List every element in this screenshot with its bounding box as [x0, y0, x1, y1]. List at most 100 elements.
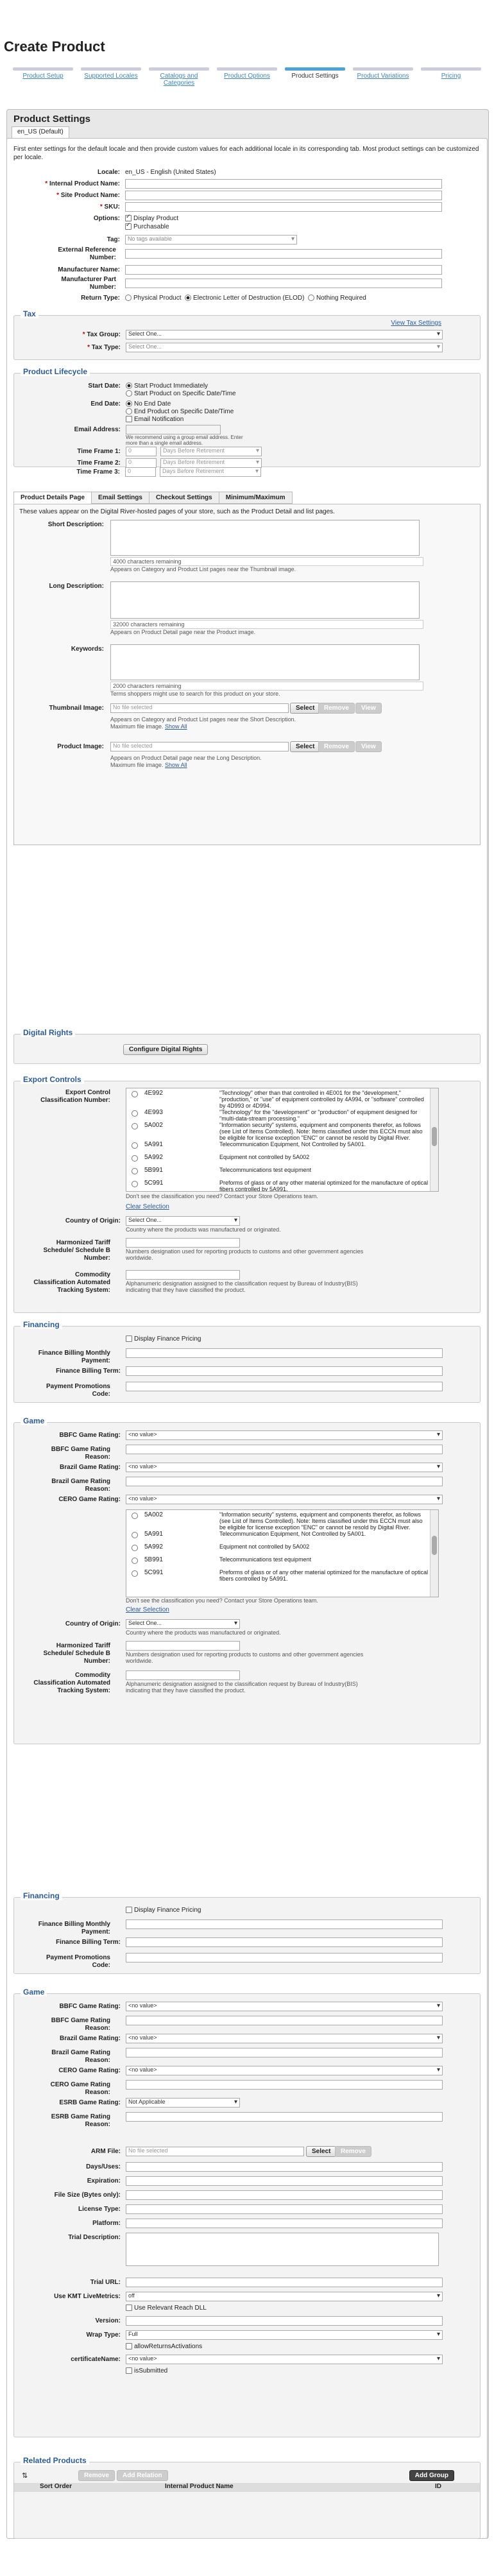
classification-list-2[interactable]: 5A002 "Information security" systems, equ… — [126, 1509, 439, 1597]
row-radio[interactable] — [132, 1155, 138, 1162]
email-notification-check[interactable]: Email Notification — [126, 416, 183, 423]
expiration-input[interactable] — [126, 2176, 443, 2186]
prodimg-remove-button[interactable]: Remove — [318, 741, 355, 752]
row-radio[interactable] — [132, 1532, 138, 1538]
sort-icon[interactable]: ⇅ — [22, 2471, 28, 2480]
cero-select-2[interactable]: <no value> — [126, 2066, 443, 2075]
bbfc-select[interactable]: <no value> — [126, 1430, 443, 1440]
tax-group-select[interactable]: Select One... — [126, 330, 443, 339]
tab-product-details[interactable]: Product Details Page — [13, 492, 92, 504]
opt-display[interactable]: Display Product — [125, 213, 178, 222]
tag-select[interactable]: No tags available — [125, 235, 297, 245]
row-radio[interactable] — [132, 1181, 138, 1187]
col-id[interactable]: ID — [435, 2483, 441, 2490]
term-input[interactable] — [126, 1366, 443, 1376]
country-select-2[interactable]: Select One... — [126, 1619, 240, 1629]
thumb-select-button[interactable]: Select — [290, 703, 321, 714]
tf3-when[interactable]: Days Before Retirement — [160, 467, 261, 477]
bbfc-select-2[interactable]: <no value> — [126, 2002, 443, 2011]
prodimg-select-button[interactable]: Select — [290, 741, 321, 752]
tax-type-select[interactable]: Select One... — [126, 343, 443, 352]
bbfc-reason-input[interactable] — [126, 1445, 443, 1454]
long-desc-textarea[interactable] — [110, 581, 420, 619]
version-input[interactable] — [126, 2316, 443, 2326]
classification-list[interactable]: 4E992 "Technology" other than that contro… — [126, 1088, 439, 1192]
list-scrollbar[interactable] — [430, 1088, 438, 1191]
relevant-reach-check[interactable]: Use Relevant Reach DLL — [126, 2305, 207, 2312]
col-internal-name[interactable]: Internal Product Name — [165, 2483, 234, 2490]
display-finance-check[interactable]: Display Finance Pricing — [126, 1335, 201, 1343]
add-relation-button[interactable]: Add Relation — [117, 2470, 168, 2481]
thumb-view-button[interactable]: View — [355, 703, 382, 714]
list-scrollbar-2[interactable] — [430, 1510, 438, 1597]
tf2-number[interactable]: 0 — [126, 458, 157, 468]
configure-digital-rights-button[interactable]: Configure Digital Rights — [123, 1044, 209, 1055]
is-submitted-check[interactable]: isSubmitted — [126, 2367, 167, 2374]
display-finance-check-2[interactable]: Display Finance Pricing — [126, 1907, 201, 1914]
platform-input[interactable] — [126, 2219, 443, 2228]
start-specific-radio[interactable]: Start Product on Specific Date/Time — [126, 390, 236, 397]
step-catalogs[interactable]: Catalogs and Categories — [145, 67, 213, 87]
tf3-number[interactable]: 0 — [125, 467, 156, 477]
short-desc-textarea[interactable] — [110, 520, 420, 556]
step-product-options[interactable]: Product Options — [213, 67, 281, 87]
row-radio[interactable] — [132, 1123, 138, 1129]
mpn-input[interactable] — [125, 279, 442, 288]
step-product-variations[interactable]: Product Variations — [349, 67, 417, 87]
billing-input-2[interactable] — [126, 1919, 443, 1929]
remove-relation-button[interactable]: Remove — [78, 2470, 115, 2481]
opt-purchasable[interactable]: Purchasable — [125, 221, 169, 230]
site-name-input[interactable] — [125, 191, 442, 200]
brazil-reason-input[interactable] — [126, 1477, 443, 1486]
cero-reason-input[interactable] — [126, 2080, 443, 2090]
row-radio[interactable] — [132, 1168, 138, 1174]
trial-desc-textarea[interactable] — [126, 2233, 439, 2266]
ccats-input-2[interactable] — [126, 1670, 240, 1680]
esrb-select[interactable]: Not Applicable — [126, 2098, 240, 2108]
product-image-file[interactable]: No file selected — [110, 742, 289, 751]
clear-selection-link-2[interactable]: Clear Selection — [126, 1606, 169, 1613]
promo-input-2[interactable] — [126, 1953, 443, 1962]
row-radio[interactable] — [132, 1570, 138, 1577]
hts-input-2[interactable] — [126, 1641, 240, 1651]
tf1-number[interactable]: 0 — [126, 447, 157, 456]
esrb-reason-input[interactable] — [126, 2112, 443, 2122]
step-supported-locales[interactable]: Supported Locales — [77, 67, 145, 87]
step-product-setup[interactable]: Product Setup — [9, 67, 77, 87]
term-input-2[interactable] — [126, 1937, 443, 1947]
sku-input[interactable] — [125, 202, 442, 212]
row-radio[interactable] — [132, 1558, 138, 1564]
license-input[interactable] — [126, 2204, 443, 2214]
row-radio[interactable] — [132, 1513, 138, 1519]
billing-input[interactable] — [126, 1348, 443, 1358]
allow-returns-check[interactable]: allowReturnsActivations — [126, 2343, 202, 2350]
prodimg-view-button[interactable]: View — [355, 741, 382, 752]
tab-min-max[interactable]: Minimum/Maximum — [218, 492, 293, 504]
hts-input[interactable] — [126, 1238, 240, 1248]
trial-url-input[interactable] — [126, 2278, 443, 2287]
arm-select-button[interactable]: Select — [306, 2146, 337, 2157]
row-radio[interactable] — [132, 1545, 138, 1551]
email-input[interactable] — [126, 425, 221, 434]
view-tax-link[interactable]: View Tax Settings — [391, 320, 441, 327]
kmt-select[interactable]: off — [126, 2292, 443, 2301]
filesize-input[interactable] — [126, 2190, 443, 2200]
brazil-select-2[interactable]: <no value> — [126, 2034, 443, 2043]
promo-input[interactable] — [126, 1382, 443, 1391]
cert-select[interactable]: <no value> — [126, 2355, 443, 2364]
row-radio[interactable] — [132, 1110, 138, 1117]
bbfc-reason-input-2[interactable] — [126, 2016, 443, 2025]
tf2-when[interactable]: Days Before Retirement — [160, 458, 262, 468]
add-group-button[interactable]: Add Group — [409, 2470, 454, 2481]
tab-email-settings[interactable]: Email Settings — [91, 492, 149, 504]
brazil-select[interactable]: <no value> — [126, 1463, 443, 1472]
step-pricing[interactable]: Pricing — [417, 67, 485, 87]
cero-select[interactable]: <no value> — [126, 1495, 443, 1504]
arm-file[interactable]: No file selected — [126, 2147, 304, 2156]
row-radio[interactable] — [132, 1142, 138, 1149]
thumb-file[interactable]: No file selected — [110, 703, 289, 713]
ext-ref-input[interactable] — [125, 249, 442, 259]
ccats-input[interactable] — [126, 1270, 240, 1280]
brazil-reason-input-2[interactable] — [126, 2048, 443, 2057]
clear-selection-link[interactable]: Clear Selection — [126, 1203, 169, 1210]
